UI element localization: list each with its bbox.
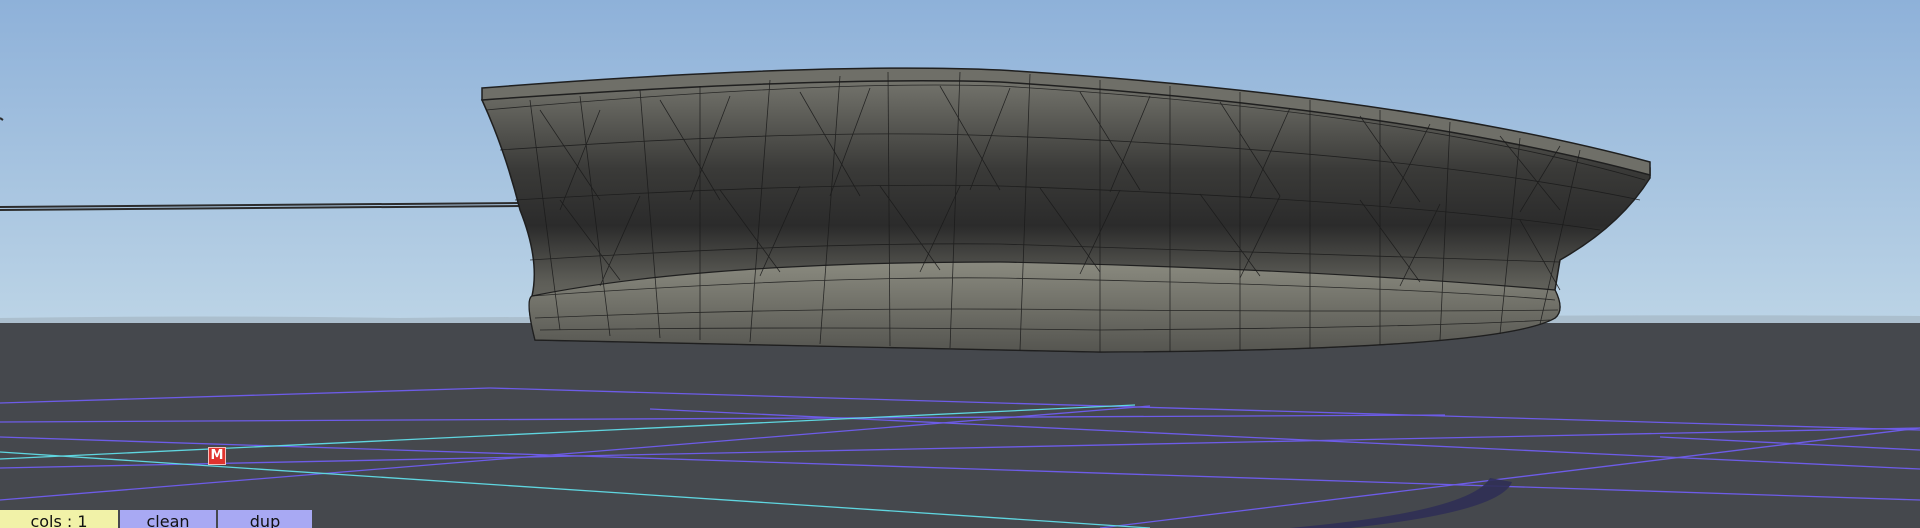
manipulator-marker[interactable]: M — [208, 447, 226, 465]
dup-button[interactable]: dup — [218, 510, 312, 528]
clean-button[interactable]: clean — [120, 510, 216, 528]
cols-button[interactable]: cols : 1 — [0, 510, 118, 528]
viewport-scene[interactable] — [0, 0, 1920, 528]
3d-viewport[interactable]: M cols : 1 clean dup — [0, 0, 1920, 528]
ground-plane — [0, 323, 1920, 528]
bottom-toolbar: cols : 1 clean dup — [0, 510, 314, 528]
